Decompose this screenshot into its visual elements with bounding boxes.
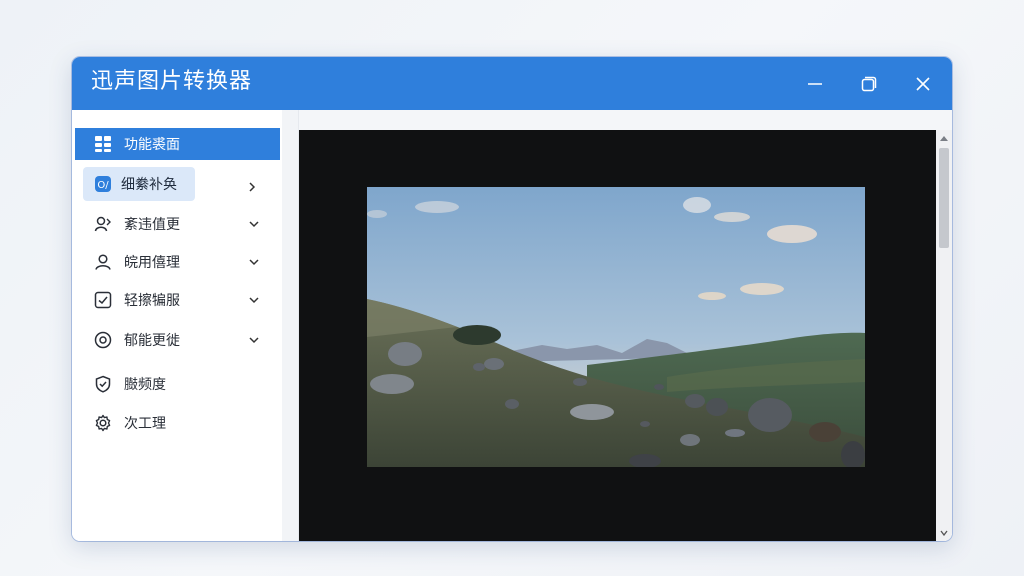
sidebar-item-detail[interactable]: O/ 细絭补奂 (83, 167, 195, 201)
shield-icon (93, 374, 113, 394)
sidebar-item-label: 功能裘面 (124, 137, 180, 153)
checkbox-icon (93, 290, 113, 310)
close-icon (915, 76, 931, 92)
grid-icon (93, 134, 113, 154)
chevron-down-icon (246, 292, 262, 308)
sidebar-item-security[interactable]: 臌频度 (75, 368, 280, 400)
app-window: 迅声图片转换器 功能裘面 O/ 细絭补奂 紊违值更 皖用僖理 轻擦犏服 郁能更徙… (72, 57, 952, 541)
chevron-down-icon (246, 216, 262, 232)
app-icon: O/ (93, 174, 113, 194)
chevron-down-icon (246, 254, 262, 270)
user-icon (93, 252, 113, 272)
scroll-down-icon[interactable] (938, 527, 950, 539)
sidebar-item-label: 臌频度 (124, 377, 166, 393)
close-button[interactable] (906, 67, 940, 101)
landscape-photo (367, 187, 865, 467)
gear-icon (93, 413, 113, 433)
title-bar: 迅声图片转换器 (72, 57, 952, 110)
scroll-up-icon[interactable] (938, 132, 950, 144)
user-share-icon (93, 214, 113, 234)
sidebar-item-function-page[interactable]: 功能裘面 (75, 128, 280, 160)
content-toolbar-strip (299, 110, 952, 130)
sidebar-item-label: 细絭补奂 (121, 177, 177, 193)
chevron-down-icon (246, 332, 262, 348)
sidebar-item-label: 轻擦犏服 (124, 293, 180, 309)
sidebar: 功能裘面 O/ 细絭补奂 紊违值更 皖用僖理 轻擦犏服 郁能更徙 臌频度 次工理 (72, 110, 283, 541)
sidebar-item-users[interactable]: 皖用僖理 (75, 246, 280, 278)
sidebar-item-update[interactable]: 郁能更徙 (75, 324, 280, 356)
scrollbar-thumb[interactable] (939, 148, 949, 248)
minimize-button[interactable] (798, 67, 832, 101)
sidebar-item-label: 皖用僖理 (124, 255, 180, 271)
image-viewer[interactable] (299, 130, 936, 541)
minimize-icon (807, 76, 823, 92)
main-content (299, 110, 952, 541)
sidebar-item-settings[interactable]: 次工理 (75, 407, 280, 439)
app-title: 迅声图片转换器 (91, 69, 253, 94)
maximize-icon (861, 76, 877, 92)
target-icon (93, 330, 113, 350)
splitter[interactable] (282, 110, 299, 541)
maximize-button[interactable] (852, 67, 886, 101)
sidebar-item-label: 紊违值更 (124, 217, 180, 233)
sidebar-item-label: 郁能更徙 (124, 333, 180, 349)
chevron-right-icon[interactable] (246, 178, 258, 197)
sidebar-item-label: 次工理 (124, 416, 166, 432)
vertical-scrollbar[interactable] (936, 130, 952, 541)
sidebar-item-tasks[interactable]: 轻擦犏服 (75, 284, 280, 316)
sidebar-item-share[interactable]: 紊违值更 (75, 208, 280, 240)
svg-text:O/: O/ (97, 180, 109, 191)
